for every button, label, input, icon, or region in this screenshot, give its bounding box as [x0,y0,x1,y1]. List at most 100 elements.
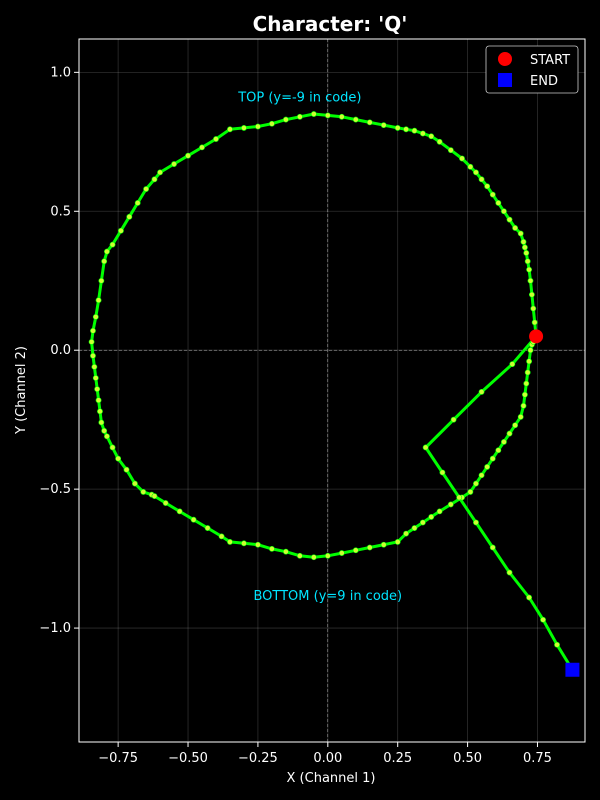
figure-background [0,0,600,800]
trajectory-point [517,230,524,237]
trajectory-point [495,447,502,454]
trajectory-point [92,313,99,320]
trajectory-point [241,125,247,131]
trajectory-point [478,388,485,395]
trajectory-point [527,277,534,284]
trajectory-point [509,361,516,368]
trajectory-point [478,176,485,183]
trajectory-point [176,508,183,515]
trajectory-point [88,338,95,345]
trajectory-point [524,369,531,376]
trajectory-point [517,413,524,420]
trajectory-point [95,297,102,304]
trajectory-point [459,155,465,162]
trajectory-point [436,508,443,515]
trajectory-point [140,489,147,495]
trajectory-point [366,119,373,126]
trajectory-point [171,161,177,167]
trajectory-point [394,539,401,545]
legend-marker-end [498,73,512,87]
trajectory-point [506,569,513,576]
trajectory-point [419,519,426,526]
trajectory-point [157,169,163,176]
trajectory-point [501,208,507,215]
trajectory-point [282,116,289,123]
trajectory-point [115,455,122,462]
y-tick-label: −1.0 [39,621,71,636]
trajectory-point [456,494,463,501]
trajectory-point [422,444,429,451]
x-tick-label: −0.25 [238,751,278,766]
trajectory-point [523,380,530,387]
trajectory-point [366,544,373,551]
y-tick-label: 1.0 [50,65,71,80]
trajectory-point [296,552,303,559]
trajectory-point [310,554,317,561]
trajectory-point [92,375,99,381]
x-axis-label: X (Channel 1) [287,771,376,786]
trajectory-point [521,391,528,398]
trajectory-point [190,516,197,523]
trajectory-point [526,266,532,273]
trajectory-point [97,408,103,415]
trajectory-point [489,455,496,462]
trajectory-point [104,248,110,255]
trajectory-point [526,358,532,365]
trajectory-point [101,427,108,434]
legend-label-end: END [530,74,558,89]
trajectory-point [352,547,359,554]
x-tick-label: 0.50 [453,751,482,766]
trajectory-point [185,152,191,159]
trajectory-point [506,430,513,437]
trajectory-point [255,541,261,548]
trajectory-point [489,544,496,551]
trajectory-point [151,176,158,183]
trajectory-point [90,352,96,359]
trajectory-point [473,169,479,176]
legend-marker-start [498,52,512,66]
trajectory-point [109,444,116,451]
end-marker [565,662,580,677]
legend: START END [485,45,579,94]
trajectory-point [227,126,233,133]
trajectory-point [528,291,535,298]
trajectory-point [132,480,138,487]
trajectory-point [380,541,387,548]
trajectory-point [524,258,531,265]
trajectory-point [495,200,502,206]
trajectory-point [268,545,275,552]
trajectory-point [241,540,247,547]
y-tick-label: 0.5 [50,204,71,219]
trajectory-point [268,120,275,127]
trajectory-point [104,433,110,440]
trajectory-point [98,419,105,426]
trajectory-point [540,616,546,623]
trajectory-point [338,113,345,120]
trajectory-point [484,464,491,470]
trajectory-point [554,641,560,648]
trajectory-point [520,238,527,245]
trajectory-point [213,136,219,142]
trajectory-point [439,469,446,476]
trajectory-point [436,138,443,145]
trajectory-point [126,213,133,220]
trajectory-point [428,133,435,140]
trajectory-point [151,493,158,499]
chart: Character: 'Q' −0.75 −0.50 −0.25 0.00 0.25 0.… [0,0,600,800]
trajectory-point [411,127,418,134]
trajectory-point [501,439,507,445]
trajectory-point [478,472,485,479]
trajectory-point [419,130,426,137]
trajectory-point [489,191,496,198]
trajectory-point [473,480,479,487]
trajectory-point [324,552,331,559]
trajectory-point [380,122,387,129]
trajectory-point [447,501,454,508]
trajectory-point [199,144,205,151]
trajectory-point [403,530,409,537]
trajectory-point [162,500,169,506]
trajectory-point [512,422,519,429]
start-marker [529,329,544,344]
trajectory-point [467,489,474,495]
trajectory-point [506,216,513,223]
